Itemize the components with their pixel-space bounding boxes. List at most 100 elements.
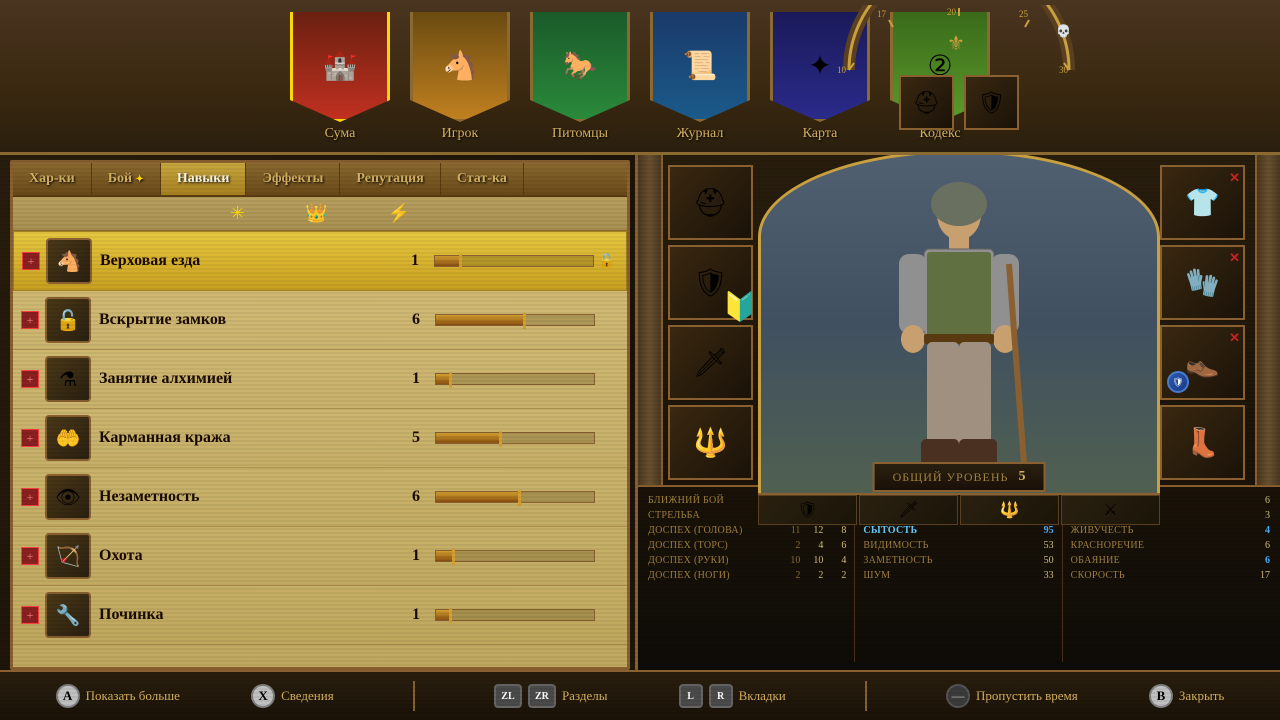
btn-x: X bbox=[251, 684, 275, 708]
tab-boj[interactable]: Бой ✦ bbox=[92, 163, 161, 195]
skill-row-3[interactable]: + 🤲 Карманная кража 5 bbox=[13, 409, 627, 468]
skill-bar-fill-3 bbox=[436, 433, 499, 443]
action-info[interactable]: X Сведения bbox=[251, 684, 334, 708]
btn-l: L bbox=[679, 684, 703, 708]
skill-add-btn-6[interactable]: + bbox=[21, 606, 39, 624]
stat-val-arm-0: 10 bbox=[782, 555, 800, 566]
action-show-more[interactable]: A Показать больше bbox=[56, 684, 180, 708]
stat-val-arm-1: 10 bbox=[803, 555, 823, 566]
bottom-equip-grid: 🛡 🗡 🔱 ⚔ bbox=[758, 493, 1160, 525]
skill-bar-marker-0 bbox=[459, 254, 462, 270]
tab-effekty[interactable]: Эффекты bbox=[246, 163, 340, 195]
skill-name-0: Верховая езда bbox=[100, 252, 400, 270]
skill-add-btn-3[interactable]: + bbox=[21, 429, 39, 447]
bottom-slot-0[interactable]: 🛡 bbox=[758, 495, 857, 525]
skill-row-2[interactable]: + ⚗ Занятие алхимией 1 bbox=[13, 350, 627, 409]
level-value: 5 bbox=[1018, 469, 1025, 485]
stat-row-torso-armor: ДОСПЕХ (ТОРС) 2 4 6 bbox=[648, 540, 846, 551]
left-equip-slots: ⛑ 🛡 🔰 🗡 🔱 bbox=[668, 165, 758, 480]
action-tabs-label: Вкладки bbox=[739, 688, 786, 704]
tab-harki[interactable]: Хар-ки bbox=[13, 163, 92, 195]
skills-panel: Хар-ки Бой ✦ Навыки Эффекты Репутация Ст… bbox=[10, 160, 630, 670]
skill-add-btn-1[interactable]: + bbox=[21, 311, 39, 329]
stat-label-head-armor: ДОСПЕХ (ГОЛОВА) bbox=[648, 525, 779, 536]
skill-row-1[interactable]: + 🔓 Вскрытие замков 6 bbox=[13, 291, 627, 350]
skill-add-btn-4[interactable]: + bbox=[21, 488, 39, 506]
equip-boots-slot[interactable]: 👢 bbox=[1160, 405, 1245, 480]
nav-item-suma[interactable]: 🏰 Сума bbox=[285, 12, 395, 142]
skill-level-4: 6 bbox=[401, 488, 431, 506]
skill-level-3: 5 bbox=[401, 429, 431, 447]
skill-icon-3: 🤲 bbox=[45, 415, 91, 461]
bottom-slot-2[interactable]: 🔱 bbox=[960, 495, 1059, 525]
tab-reputacia[interactable]: Репутация bbox=[340, 163, 440, 195]
pitomcy-shield-icon: 🐎 bbox=[545, 26, 615, 106]
stat-val-stealth: 50 bbox=[1024, 555, 1054, 566]
stat-label-satiety: СЫТОСТЬ bbox=[863, 525, 1023, 536]
character-svg bbox=[869, 174, 1049, 484]
stat-label-speech: КРАСНОРЕЧИЕ bbox=[1071, 540, 1245, 551]
skill-name-6: Починка bbox=[99, 606, 401, 624]
action-tabs[interactable]: L R Вкладки bbox=[679, 684, 786, 708]
shoe-badge: 🛡 bbox=[1167, 371, 1189, 393]
equip-gloves-slot[interactable]: 🧤 ✕ bbox=[1160, 245, 1245, 320]
nav-item-igrok[interactable]: 🐴 Игрок bbox=[405, 12, 515, 142]
equip-shield-slot[interactable]: 🛡 🔰 bbox=[668, 245, 753, 320]
skill-row-0[interactable]: + 🐴 Верховая езда 1 🔒 bbox=[13, 231, 627, 291]
bottom-slot-1[interactable]: 🗡 bbox=[859, 495, 958, 525]
tab-navyki[interactable]: Навыки bbox=[161, 163, 247, 195]
skill-bar-fill-1 bbox=[436, 315, 523, 325]
tab-stat-ka[interactable]: Стат-ка bbox=[441, 163, 524, 195]
action-skip-time[interactable]: — Пропустить время bbox=[946, 684, 1078, 708]
shield-mini-icon: 🔰 bbox=[732, 299, 748, 315]
gloves-icon: 🧤 bbox=[1185, 266, 1220, 300]
equip-belt-slot[interactable]: 🔱 bbox=[668, 405, 753, 480]
skill-bar-marker-3 bbox=[499, 431, 502, 447]
stat-row-arm-armor: ДОСПЕХ (РУКИ) 10 10 4 bbox=[648, 555, 846, 566]
stat-row-visibility: ВИДИМОСТЬ 53 bbox=[863, 540, 1053, 551]
stat-val-leg-0: 2 bbox=[782, 570, 800, 581]
nav-label-pitomcy: Питомцы bbox=[552, 126, 608, 142]
chest-icon: 👕 bbox=[1185, 186, 1220, 220]
stat-val-speed: 17 bbox=[1245, 570, 1270, 581]
nav-item-pitomcy[interactable]: 🐎 Питомцы bbox=[525, 12, 635, 142]
skill-row-6[interactable]: + 🔧 Починка 1 bbox=[13, 586, 627, 645]
suma-shield-icon: 🏰 bbox=[305, 26, 375, 106]
igrok-shield-icon: 🐴 bbox=[425, 26, 495, 106]
stat-val-charm: 6 bbox=[1245, 555, 1270, 566]
stat-val-vitality: 4 bbox=[1245, 525, 1270, 536]
stat-val-leg-1: 2 bbox=[803, 570, 823, 581]
skill-row-4[interactable]: + 👁 Незаметность 6 bbox=[13, 468, 627, 527]
nav-item-journal[interactable]: 📜 Журнал bbox=[645, 12, 755, 142]
character-tabs: Хар-ки Бой ✦ Навыки Эффекты Репутация Ст… bbox=[13, 163, 627, 197]
skill-row-5[interactable]: + 🏹 Охота 1 bbox=[13, 527, 627, 586]
right-equip-slots: 👕 ✕ 🧤 ✕ 👞 ✕ 🛡 👢 bbox=[1160, 165, 1250, 480]
belt-icon: 🔱 bbox=[693, 426, 728, 460]
skill-level-6: 1 bbox=[401, 606, 431, 624]
skill-add-btn-2[interactable]: + bbox=[21, 370, 39, 388]
action-show-more-label: Показать больше bbox=[86, 688, 180, 704]
stat-row-charm: ОБАЯНИЕ 6 bbox=[1071, 555, 1270, 566]
stat-row-speech: КРАСНОРЕЧИЕ 6 bbox=[1071, 540, 1270, 551]
skill-icon-4: 👁 bbox=[45, 474, 91, 520]
skill-add-btn-5[interactable]: + bbox=[21, 547, 39, 565]
chest-x-mark: ✕ bbox=[1229, 170, 1240, 186]
equip-shoe-slot[interactable]: 👞 ✕ 🛡 bbox=[1160, 325, 1245, 400]
equip-chest-slot[interactable]: 👕 ✕ bbox=[1160, 165, 1245, 240]
skill-name-4: Незаметность bbox=[99, 488, 401, 506]
top-deco-helmet: ⛑ bbox=[899, 75, 954, 130]
skill-add-btn-0[interactable]: + bbox=[22, 252, 40, 270]
skill-bar-fill-5 bbox=[436, 551, 452, 561]
action-close[interactable]: B Закрыть bbox=[1149, 684, 1224, 708]
skills-subheader: ✳ 👑 ⚡ bbox=[13, 197, 627, 231]
action-sections[interactable]: ZL ZR Разделы bbox=[494, 684, 608, 708]
boj-star-icon: ✦ bbox=[136, 174, 144, 185]
bottom-slot-3[interactable]: ⚔ bbox=[1061, 495, 1160, 525]
divider-2 bbox=[865, 681, 867, 711]
stat-val-satiety: 95 bbox=[1024, 525, 1054, 536]
equip-helmet-slot[interactable]: ⛑ bbox=[668, 165, 753, 240]
stat-label-arm-armor: ДОСПЕХ (РУКИ) bbox=[648, 555, 779, 566]
skill-bar-marker-4 bbox=[518, 490, 521, 506]
action-sections-label: Разделы bbox=[562, 688, 608, 704]
equip-armor-slot[interactable]: 🗡 bbox=[668, 325, 753, 400]
